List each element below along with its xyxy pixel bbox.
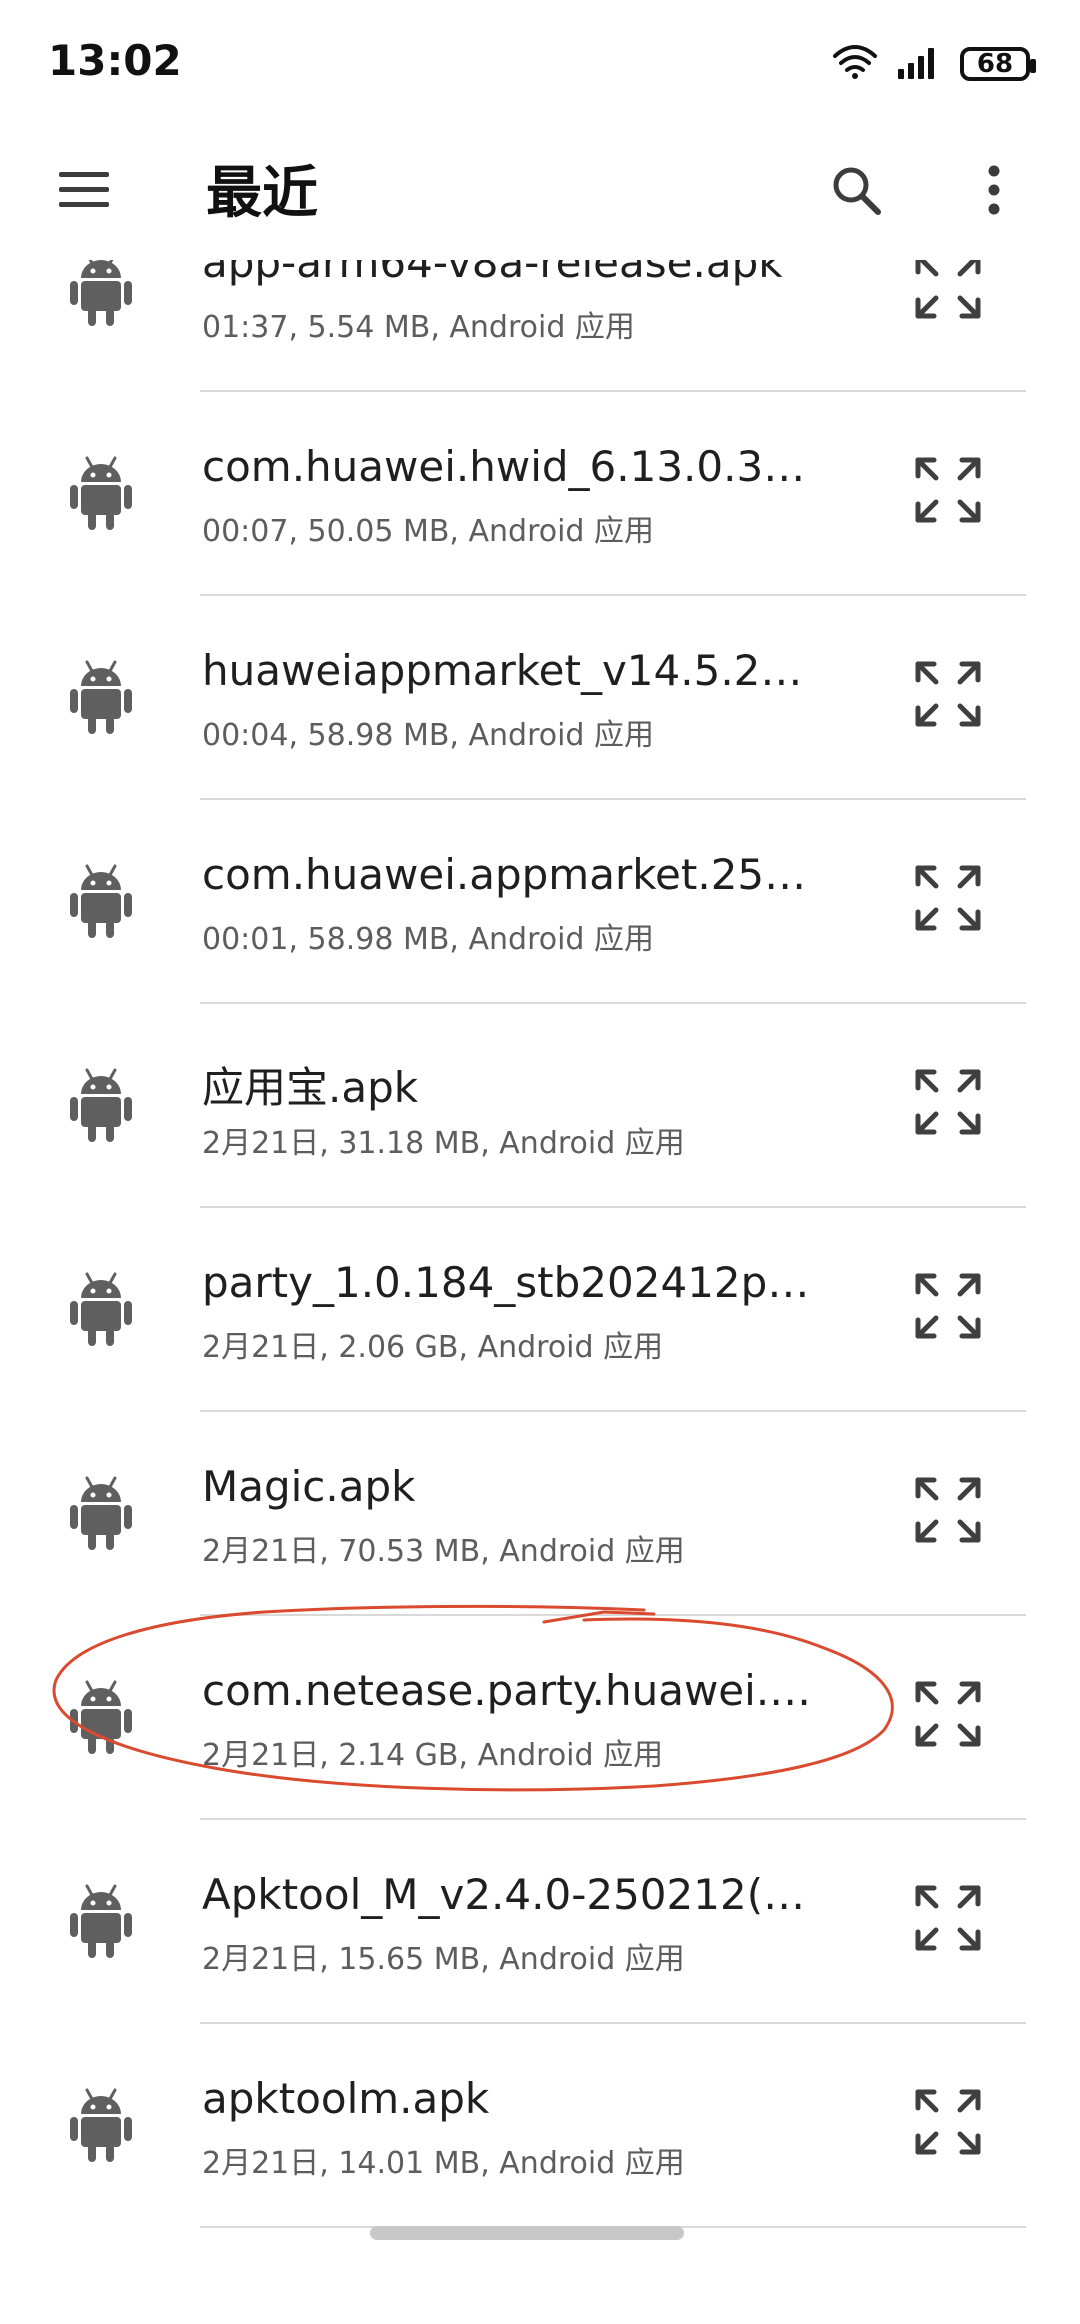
android-icon [70,1474,132,1552]
list-item[interactable]: app-arm64-v8a-release.apk 01:37, 5.54 MB… [0,260,1080,392]
app-bar: 最近 [0,120,1080,260]
expand-icon[interactable] [912,1882,984,1954]
list-item[interactable]: com.huawei.appmarket.25… 00:01, 58.98 MB… [0,800,1080,1004]
file-name: huaweiappmarket_v14.5.2.… [202,646,812,695]
list-item[interactable]: 应用宝.apk 2月21日, 31.18 MB, Android 应用 [0,1004,1080,1208]
page-title: 最近 [206,161,318,226]
search-icon[interactable] [820,154,892,226]
expand-icon[interactable] [912,1474,984,1546]
file-meta: 01:37, 5.54 MB, Android 应用 [202,310,635,345]
list-item[interactable]: party_1.0.184_stb202412pa… 2月21日, 2.06 G… [0,1208,1080,1412]
file-meta: 00:01, 58.98 MB, Android 应用 [202,922,655,957]
file-name: 应用宝.apk [202,1063,419,1112]
file-meta: 2月21日, 14.01 MB, Android 应用 [202,2146,685,2181]
android-icon [70,1270,132,1348]
file-name: apktoolm.apk [202,2074,490,2123]
status-bar: 13:02 68 [0,0,1080,120]
file-name: Magic.apk [202,1462,416,1511]
android-icon [70,658,132,736]
android-icon [70,260,132,328]
android-icon [70,1882,132,1960]
menu-icon[interactable] [48,154,120,226]
wifi-icon [832,44,878,84]
file-meta: 00:04, 58.98 MB, Android 应用 [202,718,655,753]
expand-icon[interactable] [912,862,984,934]
file-meta: 2月21日, 15.65 MB, Android 应用 [202,1942,685,1977]
android-icon [70,2086,132,2164]
expand-icon[interactable] [912,1066,984,1138]
file-name: party_1.0.184_stb202412pa… [202,1258,812,1307]
file-name: com.netease.party.huawei.… [202,1666,812,1715]
file-meta: 2月21日, 70.53 MB, Android 应用 [202,1534,685,1569]
recent-file-list: app-arm64-v8a-release.apk 01:37, 5.54 MB… [0,260,1080,2250]
signal-icon [896,45,942,83]
status-icons: 68 [832,44,1036,84]
list-item[interactable]: apktoolm.apk 2月21日, 14.01 MB, Android 应用 [0,2024,1080,2228]
android-icon [70,454,132,532]
list-item[interactable]: Apktool_M_v2.4.0-250212(… 2月21日, 15.65 M… [0,1820,1080,2024]
file-name: Apktool_M_v2.4.0-250212(… [202,1870,806,1919]
list-item[interactable]: com.netease.party.huawei.… 2月21日, 2.14 G… [0,1616,1080,1820]
expand-icon[interactable] [912,1270,984,1342]
expand-icon[interactable] [912,2086,984,2158]
battery-icon: 68 [960,47,1036,81]
file-meta: 2月21日, 2.06 GB, Android 应用 [202,1330,664,1365]
android-icon [70,1678,132,1756]
expand-icon[interactable] [912,1678,984,1750]
home-indicator[interactable] [370,2226,684,2240]
android-icon [70,862,132,940]
expand-icon[interactable] [912,658,984,730]
list-item[interactable]: Magic.apk 2月21日, 70.53 MB, Android 应用 [0,1412,1080,1616]
expand-icon[interactable] [912,454,984,526]
list-item[interactable]: com.huawei.hwid_6.13.0.30… 00:07, 50.05 … [0,392,1080,596]
file-name: com.huawei.appmarket.25… [202,850,807,899]
file-name: app-arm64-v8a-release.apk [202,260,783,287]
list-item[interactable]: huaweiappmarket_v14.5.2.… 00:04, 58.98 M… [0,596,1080,800]
status-time: 13:02 [48,36,182,85]
more-vert-icon[interactable] [958,154,1030,226]
expand-icon[interactable] [912,260,984,322]
file-meta: 2月21日, 31.18 MB, Android 应用 [202,1126,685,1161]
file-name: com.huawei.hwid_6.13.0.30… [202,442,812,491]
android-icon [70,1066,132,1144]
file-meta: 2月21日, 2.14 GB, Android 应用 [202,1738,664,1773]
file-meta: 00:07, 50.05 MB, Android 应用 [202,514,655,549]
